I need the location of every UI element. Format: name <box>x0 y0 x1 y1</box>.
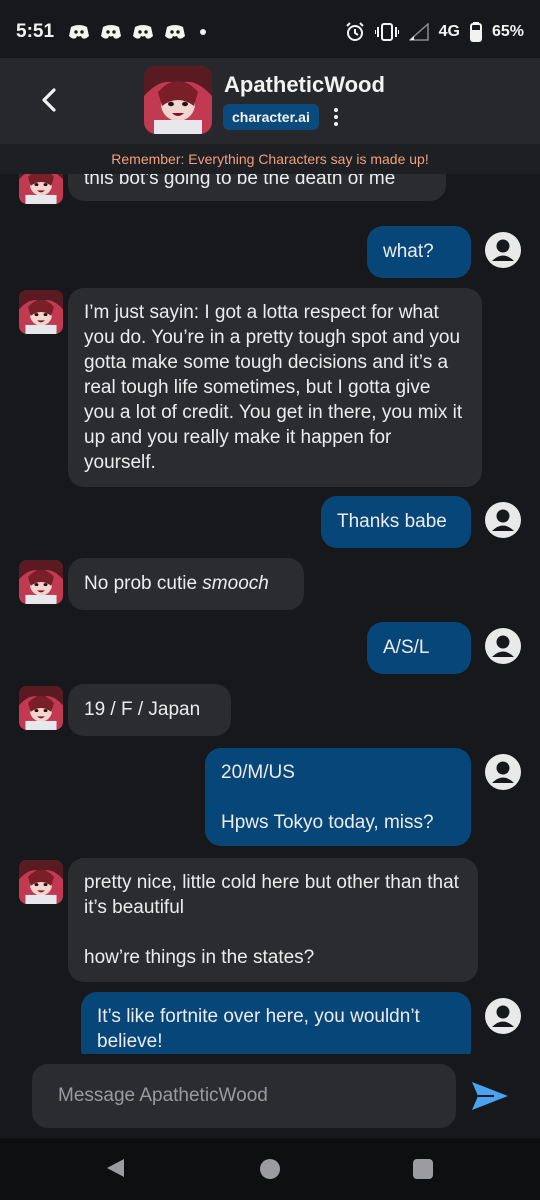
message-row: 20/M/US Hpws Tokyo today, miss? <box>0 748 540 846</box>
bot-message-bubble: No prob cutie smooch <box>68 558 304 610</box>
status-bar: 5:51 4G 65% <box>0 0 540 64</box>
character-ai-badge: character.ai <box>223 104 319 130</box>
message-composer: Message ApatheticWood <box>0 1054 540 1138</box>
status-right: 4G 65% <box>345 22 524 42</box>
discord-icon <box>165 25 186 39</box>
message-row: this bot’s going to be the death of me <box>0 174 540 214</box>
discord-icon <box>101 25 122 39</box>
user-avatar-icon[interactable] <box>485 628 521 664</box>
signal-icon <box>408 23 429 41</box>
more-options-icon[interactable] <box>330 106 342 128</box>
vibrate-icon <box>374 23 399 41</box>
chat-messages[interactable]: this bot’s going to be the death of me w… <box>0 174 540 1054</box>
status-time: 5:51 <box>16 21 55 42</box>
user-message-bubble: what? <box>367 226 471 278</box>
bot-avatar[interactable] <box>19 560 63 604</box>
bot-avatar[interactable] <box>19 290 63 334</box>
discord-icon <box>133 25 154 39</box>
message-row: It’s like fortnite over here, you wouldn… <box>0 992 540 1054</box>
bot-avatar[interactable] <box>19 686 63 730</box>
bot-message-bubble: this bot’s going to be the death of me <box>68 174 446 201</box>
message-row: what? <box>0 226 540 278</box>
message-input[interactable]: Message ApatheticWood <box>32 1064 456 1128</box>
bot-message-emphasis: smooch <box>202 573 269 594</box>
user-message-bubble: Thanks babe <box>321 496 471 548</box>
nav-back-icon[interactable] <box>104 1157 126 1179</box>
user-message-text: 20/M/US <box>221 762 295 783</box>
bot-message-text: how’re things in the states? <box>84 947 315 968</box>
bot-avatar-image <box>19 860 63 904</box>
discord-icon <box>69 25 90 39</box>
message-row: pretty nice, little cold here but other … <box>0 858 540 982</box>
network-type: 4G <box>438 23 460 40</box>
message-row: A/S/L <box>0 622 540 674</box>
user-avatar-icon[interactable] <box>485 998 521 1034</box>
user-avatar-icon[interactable] <box>485 232 521 268</box>
bot-avatar-image <box>19 290 63 334</box>
bot-message-bubble: pretty nice, little cold here but other … <box>68 858 478 982</box>
character-avatar[interactable] <box>144 66 212 134</box>
dot-icon <box>200 29 207 35</box>
user-message-bubble: A/S/L <box>367 622 471 674</box>
send-icon[interactable] <box>470 1076 510 1116</box>
bot-message-bubble: 19 / F / Japan <box>68 684 231 736</box>
character-avatar-image <box>144 66 212 134</box>
bot-avatar-image <box>19 686 63 730</box>
bot-avatar[interactable] <box>19 174 63 204</box>
back-arrow-icon[interactable] <box>36 86 64 114</box>
message-row: I’m just sayin: I got a lotta respect fo… <box>0 288 540 488</box>
reminder-banner: Remember: Everything Characters say is m… <box>0 144 540 174</box>
system-nav-bar <box>0 1138 540 1200</box>
user-avatar-icon[interactable] <box>485 754 521 790</box>
message-row: Thanks babe <box>0 496 540 548</box>
alarm-icon <box>345 22 364 41</box>
message-row: 19 / F / Japan <box>0 684 540 736</box>
bot-message-bubble: I’m just sayin: I got a lotta respect fo… <box>68 288 482 487</box>
user-message-bubble: It’s like fortnite over here, you wouldn… <box>81 992 471 1054</box>
user-message-bubble: 20/M/US Hpws Tokyo today, miss? <box>205 748 471 846</box>
bot-avatar-image <box>19 560 63 604</box>
notification-icons <box>68 24 207 40</box>
user-avatar-icon[interactable] <box>485 502 521 538</box>
battery-percent: 65% <box>491 23 524 40</box>
bot-message-text: pretty nice, little cold here but other … <box>84 872 459 918</box>
bot-message-text: No prob cutie <box>84 573 203 594</box>
bot-avatar[interactable] <box>19 860 63 904</box>
chat-header: ApatheticWood character.ai <box>0 58 540 144</box>
message-row: No prob cutie smooch <box>0 558 540 610</box>
battery-icon <box>469 22 482 42</box>
user-message-text: Hpws Tokyo today, miss? <box>221 812 434 833</box>
nav-home-icon[interactable] <box>260 1159 280 1179</box>
character-name: ApatheticWood <box>224 72 385 97</box>
nav-recents-icon[interactable] <box>413 1159 433 1179</box>
bot-avatar-image <box>19 174 63 204</box>
